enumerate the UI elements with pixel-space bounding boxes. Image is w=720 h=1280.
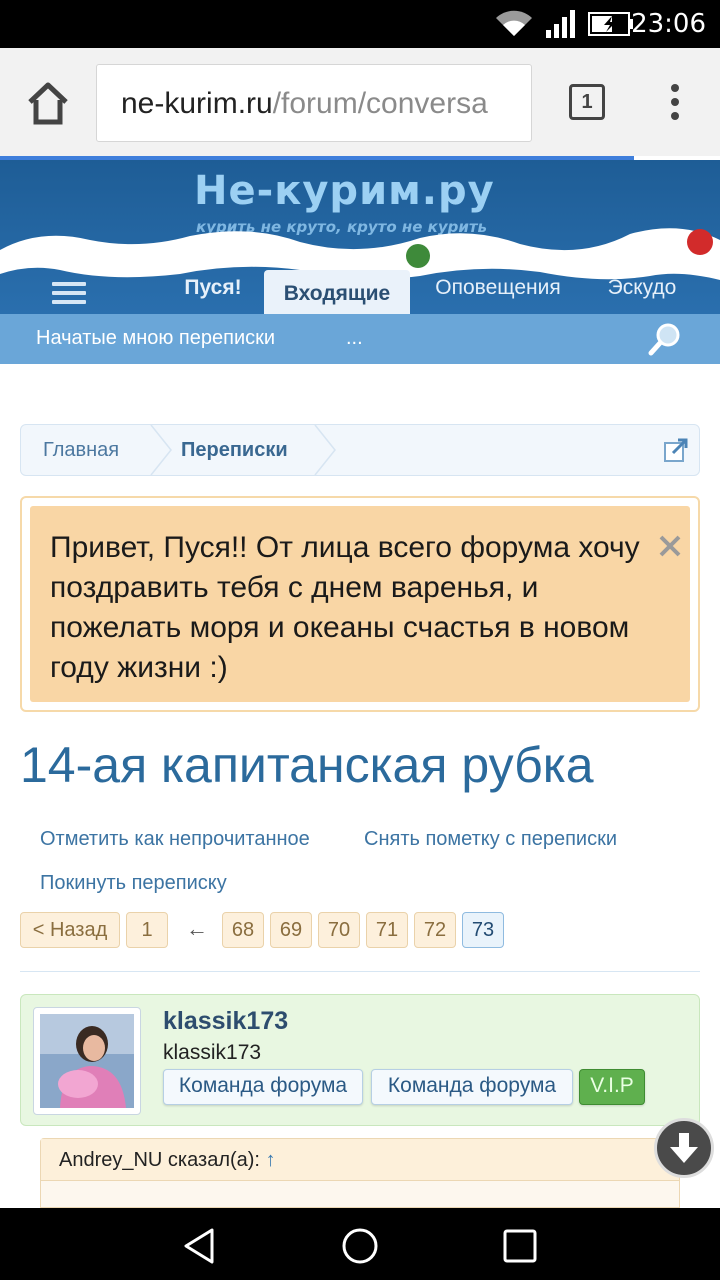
tab-switcher-button[interactable]: 1	[569, 84, 605, 120]
scroll-down-button[interactable]	[654, 1118, 714, 1178]
page-button[interactable]: 72	[414, 912, 456, 948]
jump-to-icon[interactable]	[663, 437, 689, 463]
tab-inbox[interactable]: Входящие	[264, 270, 410, 314]
breadcrumb-separator-icon	[150, 425, 172, 475]
message-user-info: klassik173 klassik173 Команда форума Ком…	[20, 994, 700, 1126]
pagination: < Назад 1 ← 68 69 70 71 72 73	[20, 912, 700, 948]
user-badge-team: Команда форума	[163, 1069, 363, 1105]
home-circle-icon[interactable]	[340, 1226, 380, 1266]
address-bar[interactable]: ne-kurim.ru/forum/conversa	[96, 64, 532, 142]
page-title: 14-ая капитанская рубка	[20, 737, 594, 793]
page-prev-button[interactable]: < Назад	[20, 912, 120, 948]
status-bar: 23:06	[0, 0, 720, 48]
subnav-more[interactable]: ...	[346, 327, 363, 350]
page-button[interactable]: 71	[366, 912, 408, 948]
page-button[interactable]: 68	[222, 912, 264, 948]
mark-unread-link[interactable]: Отметить как непрочитанное	[40, 828, 310, 851]
forum-logo[interactable]: Не-курим.ру	[194, 168, 495, 214]
menu-icon[interactable]	[52, 282, 86, 304]
page-first-button[interactable]: 1	[126, 912, 168, 948]
search-icon[interactable]	[648, 322, 682, 356]
quote-block: Andrey_NU сказал(а): ↑	[40, 1138, 680, 1208]
battery-charging-icon	[588, 12, 633, 36]
notice-text: Привет, Пуся!! От лица всего форума хочу…	[50, 531, 640, 684]
page-jump-arrow[interactable]: ←	[186, 916, 208, 942]
breadcrumb-conversations[interactable]: Переписки	[181, 439, 288, 462]
notice-container: Привет, Пуся!! От лица всего форума хочу…	[20, 496, 700, 712]
leave-conversation-link[interactable]: Покинуть переписку	[40, 872, 227, 895]
forum-nav-tabs: Пуся! Входящие Оповещения Эскудо	[0, 268, 720, 314]
birthday-notice: Привет, Пуся!! От лица всего форума хочу…	[30, 506, 690, 702]
sub-navigation: Начатые мною переписки ...	[0, 314, 720, 364]
tab-escudo[interactable]: Эскудо	[592, 268, 692, 314]
page-button[interactable]: 69	[270, 912, 312, 948]
username[interactable]: klassik173	[163, 1007, 288, 1036]
page-current[interactable]: 73	[462, 912, 504, 948]
user-badge-vip: V.I.P	[579, 1069, 645, 1105]
system-nav-bar	[0, 1208, 720, 1280]
wifi-icon	[496, 10, 532, 37]
tab-notifications[interactable]: Оповещения	[420, 268, 576, 314]
divider	[20, 971, 700, 972]
signal-icon	[546, 10, 575, 38]
avatar[interactable]	[33, 1007, 141, 1115]
breadcrumb-separator-icon	[314, 425, 336, 475]
back-icon[interactable]	[180, 1226, 220, 1266]
avatar-image	[40, 1014, 134, 1108]
page-button[interactable]: 70	[318, 912, 360, 948]
arrow-down-icon	[670, 1133, 698, 1163]
recents-icon[interactable]	[500, 1226, 540, 1266]
user-title: klassik173	[163, 1041, 262, 1064]
user-badge-team: Команда форума	[371, 1069, 573, 1105]
quote-author: Andrey_NU сказал(а): ↑	[59, 1149, 276, 1171]
browser-toolbar: ne-kurim.ru/forum/conversa 1	[0, 48, 720, 156]
tab-profile[interactable]: Пуся!	[168, 268, 258, 314]
status-time: 23:06	[631, 9, 706, 39]
close-icon[interactable]	[658, 534, 682, 558]
breadcrumb: Главная Переписки	[20, 424, 700, 476]
unstar-conversation-link[interactable]: Снять пометку с переписки	[364, 828, 617, 851]
subnav-started-conversations[interactable]: Начатые мною переписки	[36, 327, 275, 350]
breadcrumb-home[interactable]: Главная	[43, 439, 119, 462]
quote-header: Andrey_NU сказал(а): ↑	[41, 1139, 679, 1181]
browser-menu-icon[interactable]	[668, 84, 682, 124]
url-text: ne-kurim.ru/forum/conversa	[121, 87, 488, 120]
forum-header: Не-курим.ру курить не круто, круто не ку…	[0, 160, 720, 314]
quote-source-arrow[interactable]: ↑	[266, 1149, 276, 1171]
home-icon[interactable]	[22, 78, 74, 128]
